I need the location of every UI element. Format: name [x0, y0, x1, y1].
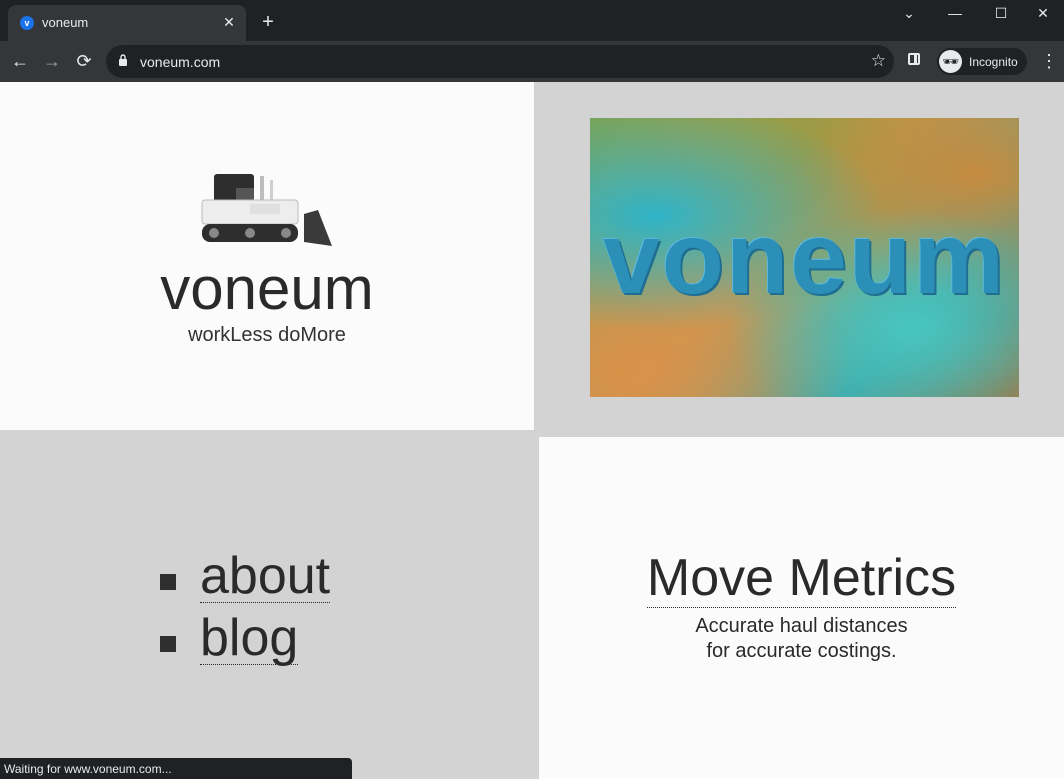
- bulldozer-logo-icon: [201, 174, 332, 246]
- browser-menu-icon[interactable]: ⋮: [1040, 47, 1058, 75]
- tab-strip: v voneum ✕ + ⌄ — ☐ ✕: [0, 0, 1064, 41]
- incognito-label: Incognito: [969, 55, 1018, 69]
- incognito-icon: 🕶: [939, 50, 962, 73]
- back-button[interactable]: ←: [6, 47, 34, 75]
- voneum-banner-image: voneum: [590, 118, 1019, 397]
- bookmark-star-icon[interactable]: ☆: [871, 51, 886, 71]
- web-page: voneum workLess doMore voneum about blog…: [0, 82, 1064, 779]
- tab-search-icon[interactable]: ⌄: [886, 0, 932, 26]
- blog-link[interactable]: blog: [200, 612, 299, 665]
- incognito-profile-button[interactable]: 🕶 Incognito: [937, 48, 1027, 75]
- forward-button[interactable]: →: [38, 47, 66, 75]
- feature-desc-line-1: Accurate haul distances: [695, 615, 908, 637]
- reload-button[interactable]: ⟳: [70, 47, 98, 75]
- brand-name: voneum: [160, 255, 374, 322]
- feature-title-wrapper: Move Metrics: [539, 549, 1064, 608]
- brand-panel: voneum workLess doMore: [0, 82, 534, 430]
- maximize-button[interactable]: ☐: [978, 0, 1024, 26]
- about-link[interactable]: about: [200, 550, 331, 603]
- status-bar: Waiting for www.voneum.com...: [0, 758, 352, 779]
- status-text: Waiting for www.voneum.com...: [4, 762, 172, 776]
- tab-close-icon[interactable]: ✕: [218, 11, 240, 33]
- close-window-button[interactable]: ✕: [1020, 0, 1064, 26]
- address-bar[interactable]: voneum.com ☆: [106, 45, 894, 78]
- browser-tab[interactable]: v voneum ✕: [8, 5, 246, 41]
- feature-description: Accurate haul distances for accurate cos…: [539, 614, 1064, 664]
- new-tab-button[interactable]: +: [256, 10, 280, 34]
- feature-desc-line-2: for accurate costings.: [706, 640, 897, 662]
- feature-panel: [539, 437, 1064, 779]
- tab-title: voneum: [42, 15, 89, 30]
- side-panel-icon[interactable]: [908, 53, 920, 65]
- bullet-icon: [160, 636, 176, 652]
- bullet-icon: [160, 574, 176, 590]
- url-text: voneum.com: [140, 54, 221, 70]
- move-metrics-link[interactable]: Move Metrics: [646, 549, 957, 608]
- lock-icon: [119, 54, 127, 66]
- browser-toolbar: ← → ⟳ voneum.com ☆ 🕶 Incognito ⋮: [0, 41, 1064, 82]
- tagline: workLess doMore: [188, 324, 346, 346]
- minimize-button[interactable]: —: [932, 0, 978, 26]
- banner-text: voneum: [602, 201, 1007, 315]
- favicon-icon: v: [20, 16, 34, 30]
